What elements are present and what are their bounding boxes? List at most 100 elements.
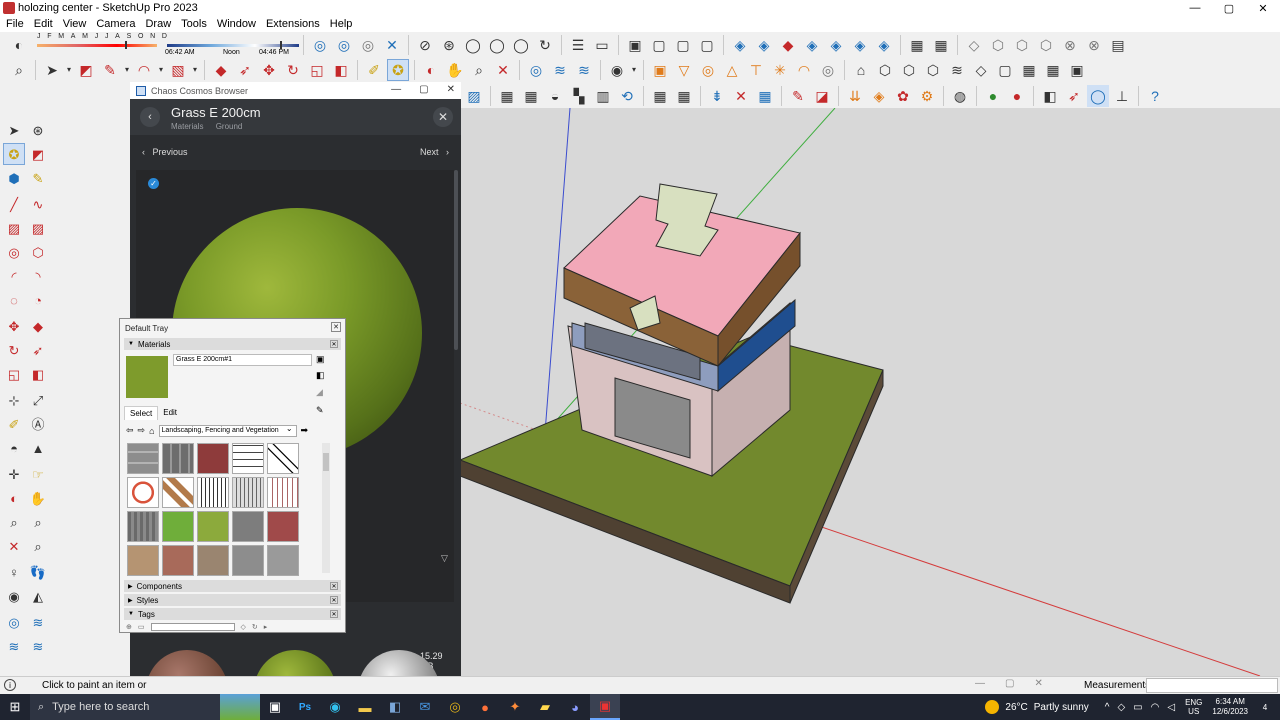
circle-icon[interactable]: ◎ <box>3 241 25 263</box>
chevron-down-icon[interactable]: ▾ <box>157 59 165 81</box>
sketchup-taskbar-icon[interactable]: ▣ <box>590 694 620 720</box>
menu-draw[interactable]: Draw <box>141 18 177 30</box>
follow-me-icon[interactable]: ➶ <box>27 339 49 361</box>
detail-icon[interactable]: ▸ <box>264 623 268 633</box>
details-arrow-icon[interactable]: ➡ <box>301 425 309 436</box>
zoom-icon[interactable]: ⌕ <box>3 511 25 533</box>
axes-icon[interactable]: ✛ <box>3 463 25 485</box>
extension-icon[interactable]: ◈ <box>849 34 871 56</box>
select-icon[interactable]: ➤ <box>3 119 25 141</box>
material-thumbnail[interactable] <box>127 477 159 508</box>
store-icon[interactable]: ◧ <box>380 694 410 720</box>
section-close-icon[interactable]: ✕ <box>330 582 338 590</box>
library-select[interactable]: Landscaping, Fencing and Vegetation <box>158 424 297 437</box>
date-slider-handle[interactable] <box>125 41 127 49</box>
refresh-icon[interactable]: ↻ <box>252 623 258 633</box>
style-icon[interactable]: ▚ <box>568 85 590 107</box>
protractor-icon[interactable]: ◓ <box>3 437 25 459</box>
wifi-icon[interactable]: ◠ <box>1151 702 1160 713</box>
maximize-button[interactable]: ▢ <box>1212 0 1246 16</box>
tape-icon[interactable]: ✐ <box>363 59 385 81</box>
folder-icon[interactable]: ▭ <box>138 623 145 633</box>
minimize-button[interactable]: — <box>1178 0 1212 16</box>
zoom-window-icon[interactable]: ⌕ <box>27 511 49 533</box>
axis-icon[interactable]: ✕ <box>730 85 752 107</box>
eraser-icon[interactable]: ◩ <box>75 59 97 81</box>
material-thumbnail[interactable] <box>232 545 264 576</box>
style-icon[interactable]: ▦ <box>496 85 518 107</box>
menu-file[interactable]: File <box>2 18 30 30</box>
pencil-icon[interactable]: ✎ <box>787 85 809 107</box>
breadcrumb-ground[interactable]: Ground <box>216 122 243 131</box>
tape-icon[interactable]: ✐ <box>3 413 25 435</box>
plugin-icon[interactable]: ⇊ <box>844 85 866 107</box>
sandbox-icon[interactable]: ▦ <box>1018 59 1040 81</box>
scene-icon[interactable]: ◎ <box>3 611 25 633</box>
material-swatch[interactable] <box>126 356 168 398</box>
scale-icon[interactable]: ◱ <box>3 363 25 385</box>
style-icon[interactable]: ▦ <box>520 85 542 107</box>
back-chevron-icon[interactable]: ‹ <box>140 107 160 127</box>
extension-icon[interactable]: ◆ <box>777 34 799 56</box>
plugin-icon[interactable]: ⊥ <box>1111 85 1133 107</box>
home-icon[interactable]: ⌂ <box>149 426 154 436</box>
tag-icon[interactable]: ✎ <box>27 167 49 189</box>
view-icon[interactable]: ◇ <box>963 34 985 56</box>
dimension-icon[interactable]: ⤢ <box>27 389 49 411</box>
style-icon[interactable]: ◯ <box>462 34 484 56</box>
select-icon[interactable]: ➤ <box>41 59 63 81</box>
extension-icon[interactable]: ◈ <box>801 34 823 56</box>
section-icon[interactable]: ◭ <box>27 585 49 607</box>
restore-icon[interactable]: ▢ <box>1005 678 1014 689</box>
tray-close-icon[interactable]: ✕ <box>331 322 341 332</box>
notification-badge[interactable]: 4 <box>1258 700 1272 714</box>
menu-tools[interactable]: Tools <box>177 18 213 30</box>
material-thumbnail[interactable] <box>127 443 159 474</box>
firefox-icon[interactable]: ● <box>470 694 500 720</box>
plugin-icon[interactable]: ● <box>982 85 1004 107</box>
window-icon[interactable]: ▢ <box>672 34 694 56</box>
breadcrumb-materials[interactable]: Materials <box>171 122 203 131</box>
component-icon[interactable]: ⬡ <box>874 59 896 81</box>
push-pull-icon[interactable]: ◆ <box>210 59 232 81</box>
style-icon[interactable]: ◯ <box>510 34 532 56</box>
sandbox-icon[interactable]: ◇ <box>970 59 992 81</box>
section-plane-icon[interactable]: ▨ <box>463 85 485 107</box>
arc-icon[interactable]: ◌ <box>3 289 25 311</box>
material-thumbnail[interactable] <box>232 511 264 542</box>
material-thumbnail[interactable] <box>197 443 229 474</box>
eyedropper-icon[interactable]: ✎ <box>316 405 324 416</box>
rotate-icon[interactable]: ↻ <box>3 339 25 361</box>
orbit-icon[interactable]: ⊘ <box>414 34 436 56</box>
minimize-icon[interactable]: — <box>975 678 985 689</box>
style-icon[interactable]: ◯ <box>486 34 508 56</box>
windows-start-icon[interactable]: ⊞ <box>0 694 30 720</box>
scene-icon[interactable]: ◎ <box>357 34 379 56</box>
material-thumbnail[interactable] <box>232 477 264 508</box>
view-icon[interactable]: ⬡ <box>1035 34 1057 56</box>
material-name-field[interactable]: Grass E 200cm#1 <box>173 354 312 366</box>
info-icon[interactable]: i <box>4 679 16 691</box>
component-icon[interactable]: ⬡ <box>922 59 944 81</box>
material-thumbnail[interactable] <box>267 477 299 508</box>
styles-section-header[interactable]: ▶ Styles ✕ <box>124 594 341 606</box>
pan-icon[interactable]: ✋ <box>444 59 466 81</box>
sticky-notes-icon[interactable]: ▰ <box>530 694 560 720</box>
default-material-icon[interactable]: ◢ <box>316 387 323 398</box>
view-icon[interactable]: ⬡ <box>1011 34 1033 56</box>
window-icon[interactable]: ▢ <box>648 34 670 56</box>
paint-icon[interactable]: ✪ <box>387 59 409 81</box>
tags-section-header[interactable]: ▼ Tags ✕ <box>124 608 341 620</box>
cosmos-maximize-button[interactable]: ▢ <box>419 84 428 95</box>
text-icon[interactable]: Ⓐ <box>27 413 49 435</box>
follow-me-icon[interactable]: ➶ <box>234 59 256 81</box>
section-icon[interactable]: ≋ <box>549 59 571 81</box>
style-icon[interactable]: ⟲ <box>616 85 638 107</box>
zoom-icon[interactable]: ⌕ <box>468 59 490 81</box>
time-slider-handle[interactable] <box>280 41 282 49</box>
pan-icon[interactable]: ✋ <box>27 487 49 509</box>
view-icon[interactable]: ▦ <box>673 85 695 107</box>
plugin-icon[interactable]: ◍ <box>949 85 971 107</box>
close-icon[interactable]: ✕ <box>1034 678 1042 689</box>
section-icon[interactable]: ≋ <box>573 59 595 81</box>
